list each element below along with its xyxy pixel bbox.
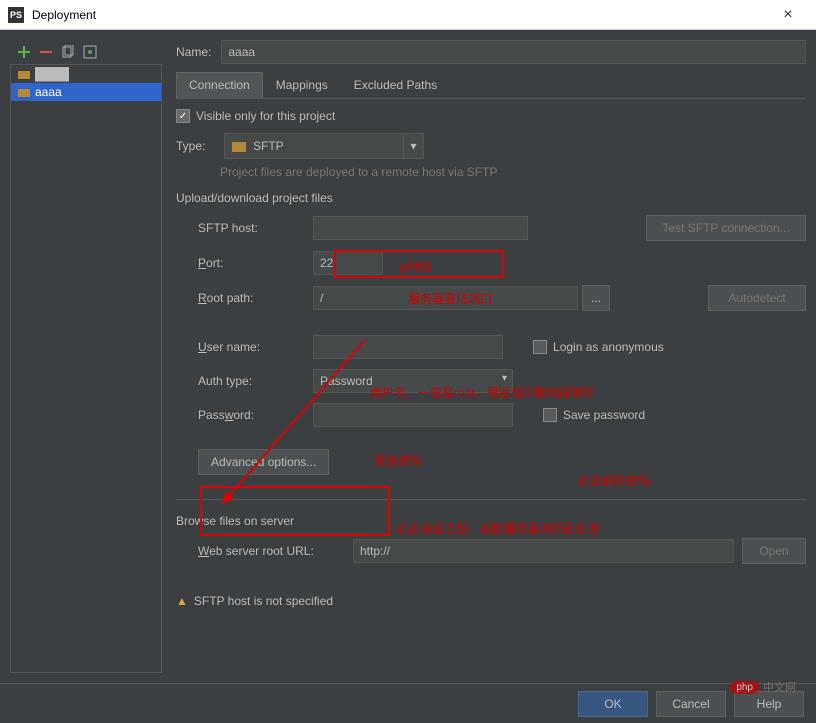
add-icon[interactable] xyxy=(16,44,32,60)
divider xyxy=(176,499,806,500)
warning-text: SFTP host is not specified xyxy=(194,594,333,608)
visible-only-label: Visible only for this project xyxy=(196,109,335,123)
username-label: User name: xyxy=(198,340,313,354)
type-select[interactable]: SFTP ▾ xyxy=(224,133,424,159)
browse-button[interactable]: ... xyxy=(582,285,610,311)
type-hint: Project files are deployed to a remote h… xyxy=(220,165,806,179)
default-icon[interactable] xyxy=(82,44,98,60)
password-input[interactable] xyxy=(313,403,513,427)
server-tree[interactable]: ████ aaaa xyxy=(10,64,162,673)
root-path-input[interactable] xyxy=(313,286,578,310)
tree-item-selected[interactable]: aaaa xyxy=(11,83,161,101)
tree-item-label: ████ xyxy=(35,67,69,81)
tabs: Connection Mappings Excluded Paths xyxy=(176,72,806,99)
close-icon[interactable]: × xyxy=(768,6,808,24)
login-anon-label: Login as anonymous xyxy=(553,340,664,354)
copy-icon[interactable] xyxy=(60,44,76,60)
tree-item[interactable]: ████ xyxy=(11,65,161,83)
titlebar: PS Deployment × xyxy=(0,0,816,30)
save-password-label: Save password xyxy=(563,408,645,422)
main-panel: Name: Connection Mappings Excluded Paths… xyxy=(162,40,806,673)
name-label: Name: xyxy=(176,45,211,59)
auth-type-select[interactable]: Password xyxy=(313,369,513,393)
watermark-badge: php xyxy=(730,681,759,694)
sftp-host-input[interactable] xyxy=(313,216,528,240)
login-anon-check[interactable]: Login as anonymous xyxy=(533,340,664,354)
advanced-options-button[interactable]: Advanced options... xyxy=(198,449,329,475)
open-button[interactable]: Open xyxy=(742,538,806,564)
visible-only-check[interactable]: ✓ Visible only for this project xyxy=(176,109,806,123)
tab-excluded[interactable]: Excluded Paths xyxy=(341,72,450,98)
sftp-host-label: SFTP host: xyxy=(198,221,313,235)
auth-type-label: Auth type: xyxy=(198,374,313,388)
cancel-button[interactable]: Cancel xyxy=(656,691,726,717)
port-label: Port: xyxy=(198,256,313,270)
warning-row: ▲ SFTP host is not specified xyxy=(176,594,806,608)
type-value: SFTP xyxy=(253,139,403,153)
app-icon: PS xyxy=(8,7,24,23)
sftp-icon xyxy=(229,136,249,156)
checkbox-empty-icon xyxy=(533,340,547,354)
type-label: Type: xyxy=(176,139,214,153)
port-input[interactable] xyxy=(313,251,383,275)
watermark-text: 中文网 xyxy=(763,679,796,695)
autodetect-button[interactable]: Autodetect xyxy=(708,285,806,311)
watermark: php 中文网 xyxy=(730,679,796,695)
test-connection-button[interactable]: Test SFTP connection... xyxy=(646,215,806,241)
content: ████ aaaa Name: Connection Mappings Excl… xyxy=(0,30,816,683)
save-password-check[interactable]: Save password xyxy=(543,408,645,422)
section-browse: Browse files on server xyxy=(176,514,806,528)
warning-icon: ▲ xyxy=(176,594,188,608)
remove-icon[interactable] xyxy=(38,44,54,60)
tree-item-label: aaaa xyxy=(35,85,62,99)
tab-mappings[interactable]: Mappings xyxy=(263,72,341,98)
section-upload: Upload/download project files xyxy=(176,191,806,205)
chevron-down-icon: ▾ xyxy=(403,134,423,158)
sidebar-toolbar xyxy=(10,40,162,64)
ok-button[interactable]: OK xyxy=(578,691,648,717)
password-label: Password: xyxy=(198,408,313,422)
check-icon: ✓ xyxy=(176,109,190,123)
name-input[interactable] xyxy=(221,40,806,64)
bottom-bar: OK Cancel Help xyxy=(0,683,816,723)
window-title: Deployment xyxy=(32,8,768,22)
server-icon xyxy=(17,67,31,81)
web-url-label: Web server root URL: xyxy=(198,544,353,558)
web-url-input[interactable] xyxy=(353,539,734,563)
sidebar: ████ aaaa xyxy=(10,40,162,673)
server-icon xyxy=(17,85,31,99)
root-path-label: Root path: xyxy=(198,291,313,305)
username-input[interactable] xyxy=(313,335,503,359)
tab-connection[interactable]: Connection xyxy=(176,72,263,99)
checkbox-empty-icon xyxy=(543,408,557,422)
